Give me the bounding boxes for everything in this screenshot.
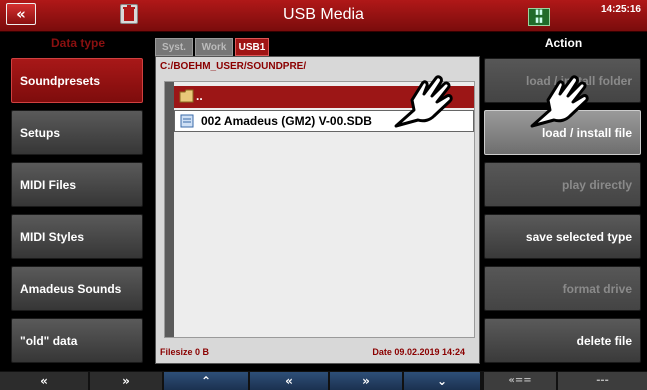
- data-type-old-data[interactable]: "old" data: [11, 318, 143, 363]
- delete-file-button[interactable]: delete file: [484, 318, 641, 363]
- date-label: Date 09.02.2019 14:24: [372, 347, 465, 357]
- usb-status-icon: ▮▮ ▮▮: [528, 8, 550, 26]
- tab-work[interactable]: Work: [195, 38, 233, 56]
- list-bottom-button[interactable]: ⌄: [404, 372, 480, 390]
- list-scroll-bar[interactable]: [165, 82, 174, 337]
- tab-syst[interactable]: Syst.: [155, 38, 193, 56]
- list-page-up-button[interactable]: «: [250, 372, 328, 390]
- data-type-heading: Data type: [50, 36, 106, 50]
- page-down-left-button[interactable]: »: [90, 372, 162, 390]
- save-selected-type-button[interactable]: save selected type: [484, 214, 641, 259]
- hand-pointer-icon: [528, 70, 592, 135]
- file-info-footer: Filesize 0 B Date 09.02.2019 14:24: [160, 347, 475, 357]
- title-bar: « USB Media ▮▮ ▮▮ 14:25:16: [0, 0, 647, 32]
- data-type-setups[interactable]: Setups: [11, 110, 143, 155]
- current-path: C:/BOEHM_USER/SOUNDPRE/: [160, 61, 307, 72]
- list-page-down-button[interactable]: »: [330, 372, 402, 390]
- play-directly-button[interactable]: play directly: [484, 162, 641, 207]
- file-icon: [180, 114, 194, 131]
- disabled-action-button[interactable]: ---: [558, 372, 647, 390]
- format-drive-button[interactable]: format drive: [484, 266, 641, 311]
- page-up-left-button[interactable]: «: [0, 372, 88, 390]
- folder-up-icon: [179, 89, 195, 106]
- hand-pointer-icon: [392, 70, 456, 135]
- data-type-midi-styles[interactable]: MIDI Styles: [11, 214, 143, 259]
- list-top-button[interactable]: ⌃: [164, 372, 248, 390]
- data-type-amadeus-sounds[interactable]: Amadeus Sounds: [11, 266, 143, 311]
- filesize-label: Filesize 0 B: [160, 347, 210, 357]
- clock: 14:25:16: [600, 4, 641, 15]
- parent-folder-label: ..: [196, 89, 203, 103]
- data-type-soundpresets[interactable]: Soundpresets: [11, 58, 143, 103]
- tab-usb1[interactable]: USB1: [235, 38, 269, 56]
- action-heading: Action: [544, 36, 583, 50]
- file-name: 002 Amadeus (GM2) V-00.SDB: [201, 114, 372, 128]
- back-action-button[interactable]: «==: [484, 372, 556, 390]
- data-type-midi-files[interactable]: MIDI Files: [11, 162, 143, 207]
